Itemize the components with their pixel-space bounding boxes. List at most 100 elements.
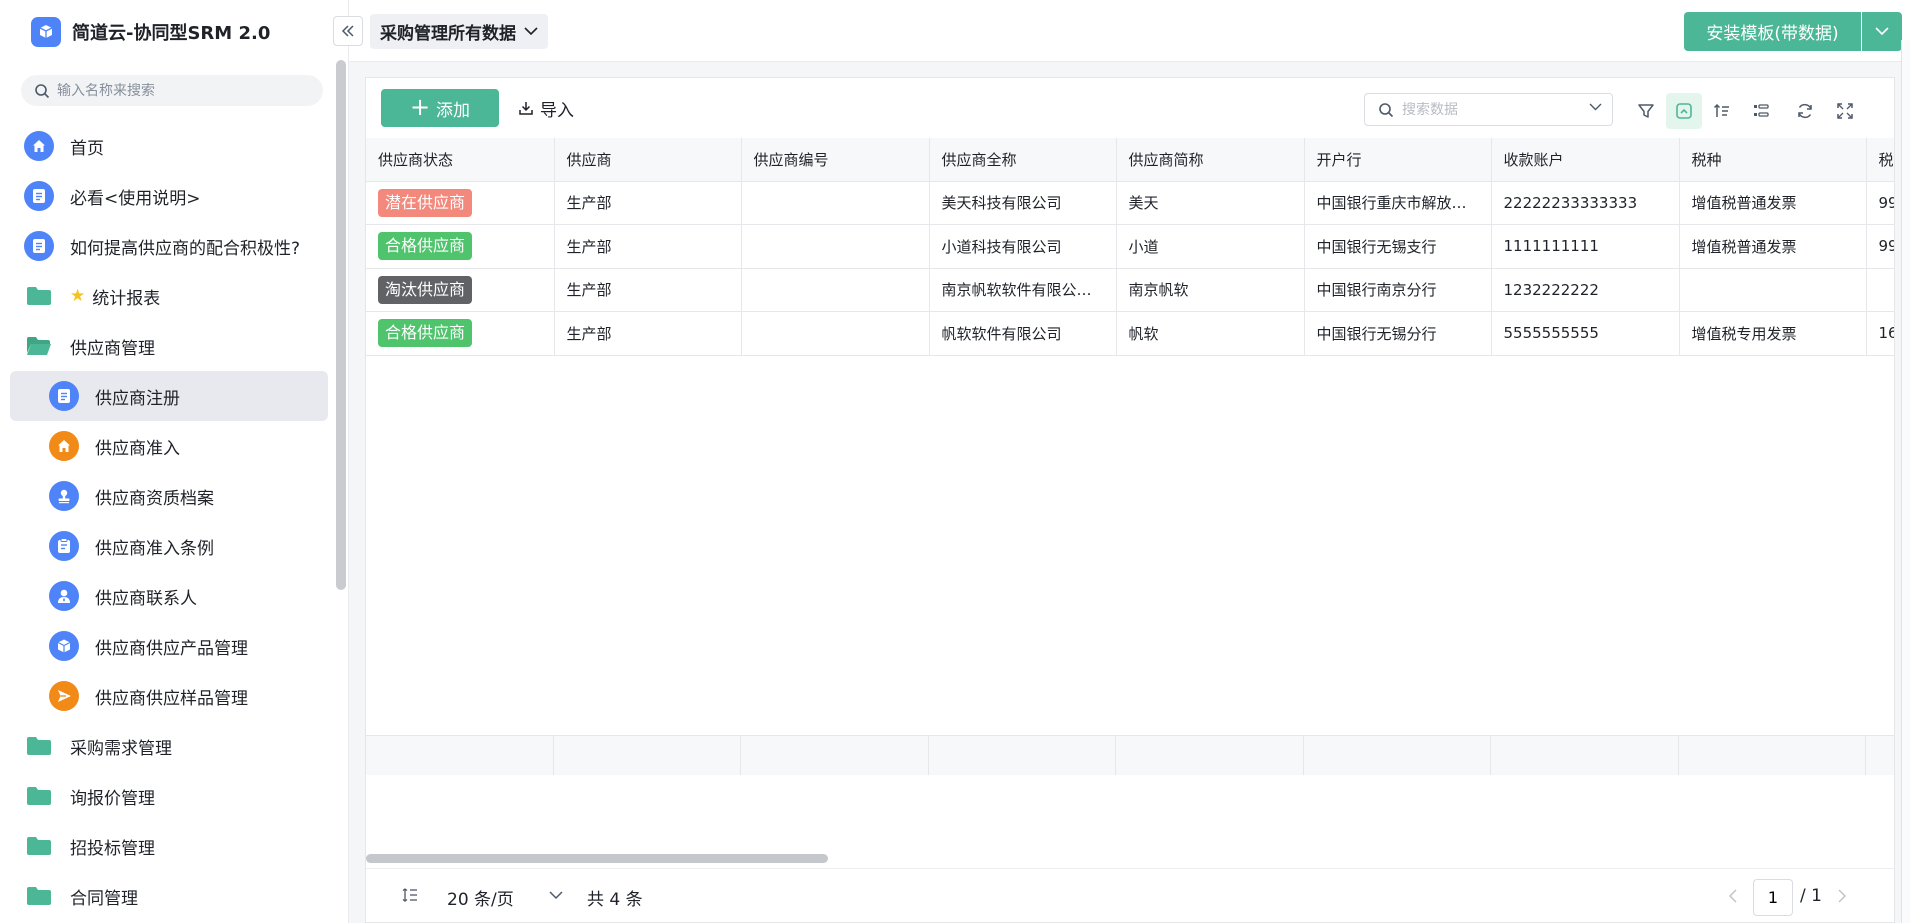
sidebar-item-label: 供应商准入条例 (95, 538, 214, 559)
table-cell: 增值税普通发票 (1679, 224, 1867, 269)
chevron-down-icon[interactable] (549, 891, 563, 900)
highlight-icon (1676, 103, 1692, 119)
app-logo-icon (31, 17, 61, 47)
collapse-sidebar-button[interactable] (333, 16, 363, 46)
sidebar-item-label: 如何提高供应商的配合积极性? (70, 238, 301, 259)
search-icon (35, 83, 50, 98)
app-header: 简道云-协同型SRM 2.0 (31, 16, 270, 48)
stamp-icon (49, 481, 79, 511)
sidebar-item-label: 询报价管理 (70, 788, 155, 809)
home-icon (49, 431, 79, 461)
table-cell: 美天 (1116, 181, 1305, 225)
view-title: 采购管理所有数据 (380, 24, 516, 44)
form-icon (49, 381, 79, 411)
table-cell: 生产部 (554, 181, 742, 225)
sidebar-item-supplier-samples[interactable]: 供应商供应样品管理 (10, 671, 328, 721)
data-search-input[interactable] (1402, 101, 1582, 118)
table-cell: 淘汰供应商 (366, 268, 555, 312)
fullscreen-button[interactable] (1827, 93, 1863, 129)
filter-button[interactable] (1628, 93, 1664, 129)
document-icon (24, 231, 54, 261)
table-cell: 生产部 (554, 268, 742, 312)
sidebar-item-supplier-management[interactable]: 供应商管理 (10, 321, 328, 371)
view-selector[interactable]: 采购管理所有数据 (370, 14, 548, 49)
sidebar-item-label: 供应商注册 (95, 388, 180, 409)
sidebar-item-supplier-admission[interactable]: 供应商准入 (10, 421, 328, 471)
table-horizontal-scrollbar[interactable] (366, 852, 1894, 864)
folder-icon (24, 281, 54, 311)
table-row[interactable]: 合格供应商 生产部 帆软软件有限公司 帆软 中国银行无锡分行 555555555… (366, 311, 1894, 356)
sidebar-search[interactable] (21, 75, 323, 106)
scrollbar-thumb[interactable] (366, 854, 828, 863)
install-template-label: 安装模板(带数据) (1706, 24, 1839, 44)
table-cell: 帆软 (1116, 311, 1305, 356)
column-header[interactable]: 开户行 (1304, 138, 1492, 182)
sidebar-scrollbar[interactable] (336, 60, 346, 590)
sidebar-item-home[interactable]: 首页 (10, 121, 328, 171)
table-row[interactable]: 合格供应商 生产部 小道科技有限公司 小道 中国银行无锡支行 111111111… (366, 224, 1894, 269)
sidebar-item-bidding[interactable]: 招投标管理 (10, 821, 328, 871)
sidebar-item-supplier-qualification[interactable]: 供应商资质档案 (10, 471, 328, 521)
column-header[interactable]: 收款账户 (1491, 138, 1680, 182)
chevron-left-icon[interactable] (1728, 888, 1738, 904)
sidebar-item-contracts[interactable]: 合同管理 (10, 871, 328, 921)
sidebar-item-supplier-products[interactable]: 供应商供应产品管理 (10, 621, 328, 671)
sidebar-search-input[interactable] (57, 82, 297, 99)
table-cell: 1111111111 (1491, 224, 1680, 269)
sidebar-item-instructions[interactable]: 必看<使用说明> (10, 171, 328, 221)
import-button[interactable]: 导入 (518, 89, 574, 127)
sidebar-item-quotation[interactable]: 询报价管理 (10, 771, 328, 821)
sidebar-nav: 首页 必看<使用说明> 如何提高供应商的配合积极性? ★ 统计报表 供应商管理 … (10, 121, 328, 921)
column-header[interactable]: 税种 (1679, 138, 1867, 182)
page-number-input[interactable] (1753, 879, 1793, 916)
sidebar-item-supplier-engagement[interactable]: 如何提高供应商的配合积极性? (10, 221, 328, 271)
contact-icon (49, 581, 79, 611)
sidebar-item-supplier-contacts[interactable]: 供应商联系人 (10, 571, 328, 621)
page-size-select[interactable]: 20 条/页 (447, 885, 514, 910)
field-display-button[interactable] (1743, 93, 1779, 129)
sidebar-item-purchase-demand[interactable]: 采购需求管理 (10, 721, 328, 771)
column-header[interactable]: 供应商简称 (1116, 138, 1305, 182)
star-icon: ★ (70, 286, 86, 306)
data-search[interactable] (1364, 93, 1613, 126)
folder-open-icon (24, 331, 54, 361)
folder-icon (24, 881, 54, 911)
install-template-button[interactable]: 安装模板(带数据) (1684, 12, 1861, 51)
table-cell (741, 181, 930, 225)
table-cell: 增值税专用发票 (1679, 311, 1867, 356)
add-button[interactable]: + 添加 (381, 89, 499, 127)
sidebar-item-admission-rules[interactable]: 供应商准入条例 (10, 521, 328, 571)
column-header[interactable]: 税 (1866, 138, 1894, 182)
table-toolbar: + 添加 导入 (366, 78, 1894, 138)
table-summary-row (366, 735, 1894, 775)
right-panel-edge (1901, 40, 1910, 923)
table-cell: 16 (1866, 311, 1894, 356)
table-row[interactable]: 潜在供应商 生产部 美天科技有限公司 美天 中国银行重庆市解放碑支行 22222… (366, 181, 1894, 225)
sidebar-item-label: 供应商供应样品管理 (95, 688, 248, 709)
table-cell: 南京帆软 (1116, 268, 1305, 312)
chevron-right-icon[interactable] (1837, 888, 1847, 904)
row-height-icon[interactable] (402, 887, 418, 903)
install-template-dropdown[interactable] (1862, 12, 1902, 51)
column-header[interactable]: 供应商 (554, 138, 742, 182)
top-bar: 采购管理所有数据 安装模板(带数据) (349, 0, 1910, 62)
sidebar: 简道云-协同型SRM 2.0 首页 必看<使用说明> (0, 0, 349, 923)
table-cell: 合格供应商 (366, 224, 555, 269)
sidebar-item-label: 合同管理 (70, 888, 138, 909)
refresh-button[interactable] (1787, 93, 1823, 129)
sidebar-item-supplier-registration[interactable]: 供应商注册 (10, 371, 328, 421)
highlight-button[interactable] (1666, 93, 1702, 129)
table-header-row: 供应商状态 供应商 供应商编号 供应商全称 供应商简称 开户行 收款账户 税种 … (366, 138, 1894, 182)
app-title: 简道云-协同型SRM 2.0 (72, 23, 271, 44)
column-header[interactable]: 供应商状态 (366, 138, 555, 182)
folder-icon (24, 781, 54, 811)
chevron-down-icon (1875, 27, 1889, 36)
refresh-icon (1798, 103, 1812, 119)
column-header[interactable]: 供应商编号 (741, 138, 930, 182)
double-chevron-left-icon (341, 25, 354, 37)
sort-button[interactable] (1704, 93, 1740, 129)
table-row[interactable]: 淘汰供应商 生产部 南京帆软软件有限公司南京分公司 南京帆软 中国银行南京分行 … (366, 268, 1894, 312)
sidebar-item-reports[interactable]: ★ 统计报表 (10, 271, 328, 321)
document-icon (24, 181, 54, 211)
column-header[interactable]: 供应商全称 (929, 138, 1117, 182)
